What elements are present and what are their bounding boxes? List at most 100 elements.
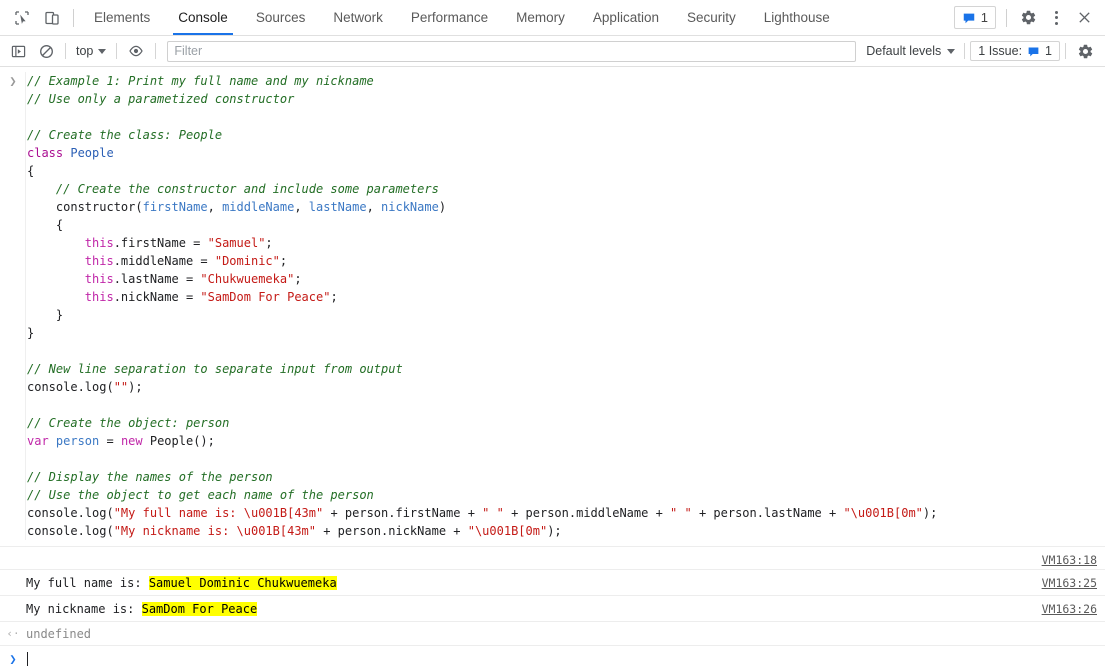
toggle-console-sidebar-button[interactable] bbox=[4, 38, 32, 64]
devtools-settings-button[interactable] bbox=[1013, 9, 1043, 26]
code-line: } bbox=[27, 324, 1105, 342]
code-line: // Display the names of the person bbox=[27, 468, 1105, 486]
tab-console[interactable]: Console bbox=[164, 0, 242, 35]
chevron-down-icon bbox=[947, 48, 956, 54]
code-token: middleName bbox=[222, 200, 295, 214]
tab-performance[interactable]: Performance bbox=[397, 0, 502, 35]
toolbar-divider bbox=[65, 43, 66, 59]
tab-elements[interactable]: Elements bbox=[80, 0, 164, 35]
code-token: person bbox=[55, 434, 100, 448]
code-token: { bbox=[27, 218, 64, 232]
gear-icon bbox=[1021, 10, 1035, 25]
code-line: console.log("My full name is: \u001B[43m… bbox=[27, 504, 1105, 522]
toolbar-divider-2 bbox=[116, 43, 118, 59]
code-token: People(); bbox=[149, 434, 215, 448]
tab-label: Network bbox=[333, 10, 383, 25]
text-cursor bbox=[27, 652, 28, 666]
message-gutter bbox=[0, 600, 26, 601]
issues-badge-button[interactable]: 1 bbox=[953, 6, 996, 29]
console-prompt-row[interactable]: ❯ bbox=[0, 646, 1105, 671]
cursor-select-icon bbox=[15, 10, 29, 25]
code-token: // Create the constructor and include so… bbox=[27, 182, 439, 196]
tab-memory[interactable]: Memory bbox=[502, 0, 579, 35]
code-token: + person.nickName + bbox=[316, 524, 468, 538]
code-line: // Create the constructor and include so… bbox=[27, 180, 1105, 198]
issues-counter-button[interactable]: 1 Issue: 1 bbox=[970, 41, 1060, 61]
source-location-link[interactable]: VM163:25 bbox=[1042, 575, 1097, 591]
code-line: class People bbox=[27, 144, 1105, 162]
code-token: nickName bbox=[381, 200, 439, 214]
tab-application[interactable]: Application bbox=[579, 0, 673, 35]
js-context-selector[interactable]: top bbox=[71, 40, 111, 62]
code-line: var person = new People(); bbox=[27, 432, 1105, 450]
code-token: ); bbox=[922, 506, 938, 520]
tab-lighthouse[interactable]: Lighthouse bbox=[750, 0, 844, 35]
tab-label: Lighthouse bbox=[763, 10, 830, 25]
close-devtools-button[interactable] bbox=[1069, 10, 1099, 25]
code-token: // Use only a parametized constructor bbox=[27, 92, 295, 106]
code-token: { bbox=[27, 164, 35, 178]
toolbar-divider-4 bbox=[964, 43, 966, 59]
code-line: // Create the class: People bbox=[27, 126, 1105, 144]
code-token: this bbox=[84, 272, 114, 286]
console-settings-button[interactable] bbox=[1071, 38, 1099, 64]
code-token: // Example 1: Print my full name and my … bbox=[27, 74, 374, 88]
tabbar-divider bbox=[73, 8, 74, 27]
code-token: + person.middleName + bbox=[503, 506, 671, 520]
tab-network[interactable]: Network bbox=[319, 0, 397, 35]
code-token: "\u001B[0m" bbox=[843, 506, 923, 520]
code-token: console.log( bbox=[27, 524, 114, 538]
console-message-list[interactable]: ❯ // Example 1: Print my full name and m… bbox=[0, 67, 1105, 672]
tab-label: Sources bbox=[255, 10, 306, 25]
code-token: " " bbox=[670, 506, 692, 520]
code-token: lastName bbox=[308, 200, 367, 214]
code-token: // New line separation to separate input… bbox=[27, 362, 403, 376]
console-output-rows: VM163:18 My full name is: Samuel Dominic … bbox=[0, 547, 1105, 622]
console-filter-input[interactable] bbox=[167, 40, 857, 62]
clear-console-button[interactable] bbox=[32, 38, 60, 64]
console-log-row[interactable]: VM163:18 bbox=[0, 547, 1105, 570]
console-log-text: My full name is: Samuel Dominic Chukwuem… bbox=[26, 574, 1105, 592]
code-token: , bbox=[366, 200, 382, 214]
console-log-row[interactable]: My nickname is: SamDom For Peace VM163:26 bbox=[0, 596, 1105, 622]
chevron-right-icon: ❯ bbox=[9, 652, 17, 666]
code-token: "My full name is: \u001B[43m" bbox=[113, 506, 324, 520]
tabbar-divider-2 bbox=[1006, 8, 1007, 27]
message-gutter bbox=[0, 549, 26, 550]
code-line: { bbox=[27, 216, 1105, 234]
tab-sources[interactable]: Sources bbox=[242, 0, 320, 35]
inspect-element-icon[interactable] bbox=[7, 0, 37, 35]
return-gutter: ‹· bbox=[0, 624, 26, 643]
more-options-button[interactable] bbox=[1043, 5, 1069, 31]
log-levels-selector[interactable]: Default levels bbox=[862, 44, 959, 58]
device-toolbar-icon bbox=[45, 11, 59, 25]
console-log-row[interactable]: My full name is: Samuel Dominic Chukwuem… bbox=[0, 570, 1105, 596]
source-location-link[interactable]: VM163:26 bbox=[1042, 601, 1097, 617]
log-text-plain: My full name is: bbox=[26, 576, 149, 590]
code-token: + person.firstName + bbox=[323, 506, 483, 520]
create-live-expression-button[interactable] bbox=[122, 38, 150, 64]
code-line: console.log("My nickname is: \u001B[43m"… bbox=[27, 522, 1105, 540]
code-token: + person.lastName + bbox=[691, 506, 844, 520]
source-location-link[interactable]: VM163:18 bbox=[1042, 552, 1097, 568]
chevron-down-icon bbox=[98, 48, 107, 54]
tab-label: Application bbox=[592, 10, 659, 25]
code-token: , bbox=[294, 200, 309, 214]
code-token: var bbox=[27, 434, 56, 448]
code-line: } bbox=[27, 306, 1105, 324]
code-token: ; bbox=[330, 290, 338, 304]
toggle-device-toolbar-icon[interactable] bbox=[37, 0, 67, 35]
console-prompt-input[interactable] bbox=[26, 650, 28, 668]
message-gutter bbox=[0, 574, 26, 575]
js-context-label: top bbox=[76, 44, 94, 58]
code-token: // Use the object to get each name of th… bbox=[27, 488, 374, 502]
code-token: ) bbox=[438, 200, 447, 214]
console-input-echo-message[interactable]: ❯ // Example 1: Print my full name and m… bbox=[0, 67, 1105, 547]
code-token: "Dominic" bbox=[214, 254, 280, 268]
tab-security[interactable]: Security bbox=[673, 0, 750, 35]
panel-tabs: Elements Console Sources Network Perform… bbox=[80, 0, 844, 35]
